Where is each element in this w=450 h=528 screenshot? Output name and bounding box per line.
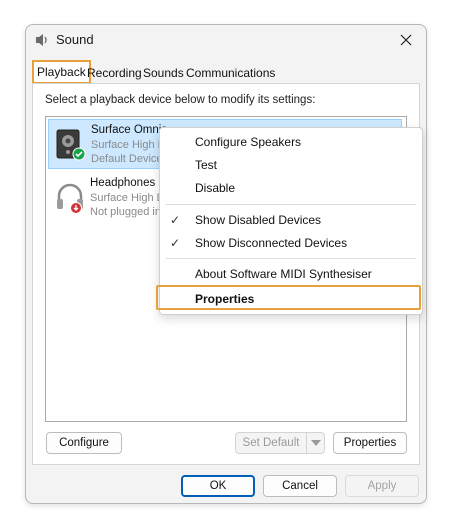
menu-item-show-disabled-devices[interactable]: ✓ Show Disabled Devices <box>160 209 422 231</box>
menu-item-label: Disable <box>195 181 236 195</box>
menu-item-label: Test <box>195 158 218 172</box>
window-title: Sound <box>56 32 94 47</box>
tab-sounds[interactable]: Sounds <box>140 64 187 82</box>
tab-playback[interactable]: Playback <box>32 60 91 84</box>
close-icon <box>400 34 412 46</box>
device-name: Headphones (3 <box>90 177 169 189</box>
title-bar: Sound <box>26 25 426 55</box>
menu-item-configure-speakers[interactable]: Configure Speakers <box>160 131 422 153</box>
checkmark-icon: ✓ <box>170 236 181 250</box>
checkmark-icon: ✓ <box>170 213 181 227</box>
menu-item-disable[interactable]: Disable <box>160 177 422 199</box>
speaker-icon <box>36 34 47 46</box>
device-name: Surface Omnis <box>91 124 168 136</box>
instruction-text: Select a playback device below to modify… <box>45 94 316 106</box>
menu-item-label: Configure Speakers <box>195 135 302 149</box>
speaker-device-icon <box>56 129 86 161</box>
configure-button[interactable]: Configure <box>46 432 122 454</box>
menu-item-about-midi[interactable]: About Software MIDI Synthesiser <box>160 263 422 285</box>
ok-button[interactable]: OK <box>181 475 255 497</box>
apply-button[interactable]: Apply <box>345 475 419 497</box>
tab-communications[interactable]: Communications <box>183 64 278 82</box>
cancel-button[interactable]: Cancel <box>263 475 337 497</box>
close-button[interactable] <box>392 28 420 52</box>
device-description: Surface High D <box>90 192 165 204</box>
menu-item-test[interactable]: Test <box>160 154 422 176</box>
menu-separator <box>166 258 416 259</box>
menu-item-label: Show Disabled Devices <box>195 213 322 227</box>
menu-item-label: About Software MIDI Synthesiser <box>195 267 372 281</box>
set-default-dropdown[interactable] <box>307 432 325 454</box>
menu-item-label: Show Disconnected Devices <box>195 236 348 250</box>
headphones-icon <box>57 183 83 214</box>
device-status: Default Device <box>91 153 163 165</box>
properties-button[interactable]: Properties <box>333 432 407 454</box>
properties-highlight <box>156 285 421 310</box>
tab-recording[interactable]: Recording <box>84 64 145 82</box>
menu-separator <box>166 204 416 205</box>
chevron-down-icon <box>310 440 321 446</box>
device-description: Surface High D <box>91 139 166 151</box>
set-default-button[interactable]: Set Default <box>235 432 307 454</box>
device-status: Not plugged in <box>90 206 161 218</box>
menu-item-show-disconnected-devices[interactable]: ✓ Show Disconnected Devices <box>160 232 422 254</box>
